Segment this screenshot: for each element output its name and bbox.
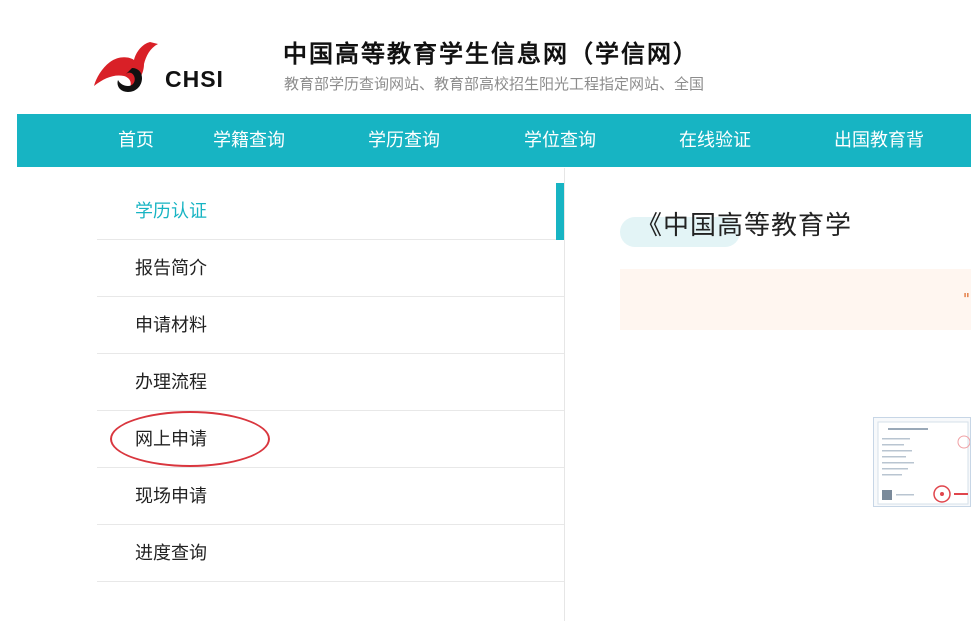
vertical-divider bbox=[564, 168, 565, 621]
sidebar: 学历认证 报告简介 申请材料 办理流程 网上申请 现场申请 进度查询 bbox=[97, 183, 564, 582]
sidebar-item-online-application[interactable]: 网上申请 bbox=[97, 411, 564, 468]
sidebar-item-report-intro[interactable]: 报告简介 bbox=[97, 240, 564, 297]
logo-text: CHSI bbox=[165, 66, 224, 92]
certificate-thumbnail-icon bbox=[877, 421, 970, 505]
sidebar-item-progress-query[interactable]: 进度查询 bbox=[97, 525, 564, 582]
sidebar-item-label: 报告简介 bbox=[135, 258, 207, 279]
sidebar-item-label: 现场申请 bbox=[135, 486, 207, 507]
page-title: 《中国高等教育学 bbox=[636, 211, 853, 241]
nav-student-status-query[interactable]: 学籍查询 bbox=[213, 114, 285, 167]
site-title: 中国高等教育学生信息网（学信网） bbox=[283, 39, 699, 68]
sidebar-item-label: 进度查询 bbox=[135, 543, 207, 564]
chsi-logo-icon[interactable] bbox=[92, 38, 172, 94]
sidebar-item-label: 学历认证 bbox=[135, 201, 207, 222]
nav-degree-record-query[interactable]: 学历查询 bbox=[368, 114, 440, 167]
nav-academic-degree-query[interactable]: 学位查询 bbox=[524, 114, 596, 167]
site-header: CHSI 中国高等教育学生信息网（学信网） 教育部学历查询网站、教育部高校招生阳… bbox=[0, 0, 971, 114]
certificate-sample-image[interactable] bbox=[873, 417, 971, 507]
main-nav: 首页 学籍查询 学历查询 学位查询 在线验证 出国教育背 bbox=[17, 114, 971, 167]
nav-study-abroad[interactable]: 出国教育背 bbox=[834, 114, 924, 167]
sidebar-item-onsite-application[interactable]: 现场申请 bbox=[97, 468, 564, 525]
sidebar-item-label: 网上申请 bbox=[135, 429, 207, 450]
sidebar-item-process[interactable]: 办理流程 bbox=[97, 354, 564, 411]
active-indicator bbox=[556, 183, 564, 240]
sidebar-item-label: 申请材料 bbox=[135, 315, 207, 336]
nav-home[interactable]: 首页 bbox=[118, 114, 154, 167]
notice-box bbox=[620, 269, 971, 330]
sidebar-item-application-materials[interactable]: 申请材料 bbox=[97, 297, 564, 354]
sidebar-item-degree-certification[interactable]: 学历认证 bbox=[97, 183, 564, 240]
notice-text-fragment: " bbox=[963, 290, 970, 308]
site-subtitle: 教育部学历查询网站、教育部高校招生阳光工程指定网站、全国 bbox=[284, 75, 705, 93]
sidebar-item-label: 办理流程 bbox=[135, 372, 207, 393]
nav-online-verification[interactable]: 在线验证 bbox=[679, 114, 751, 167]
page: CHSI 中国高等教育学生信息网（学信网） 教育部学历查询网站、教育部高校招生阳… bbox=[0, 0, 971, 621]
